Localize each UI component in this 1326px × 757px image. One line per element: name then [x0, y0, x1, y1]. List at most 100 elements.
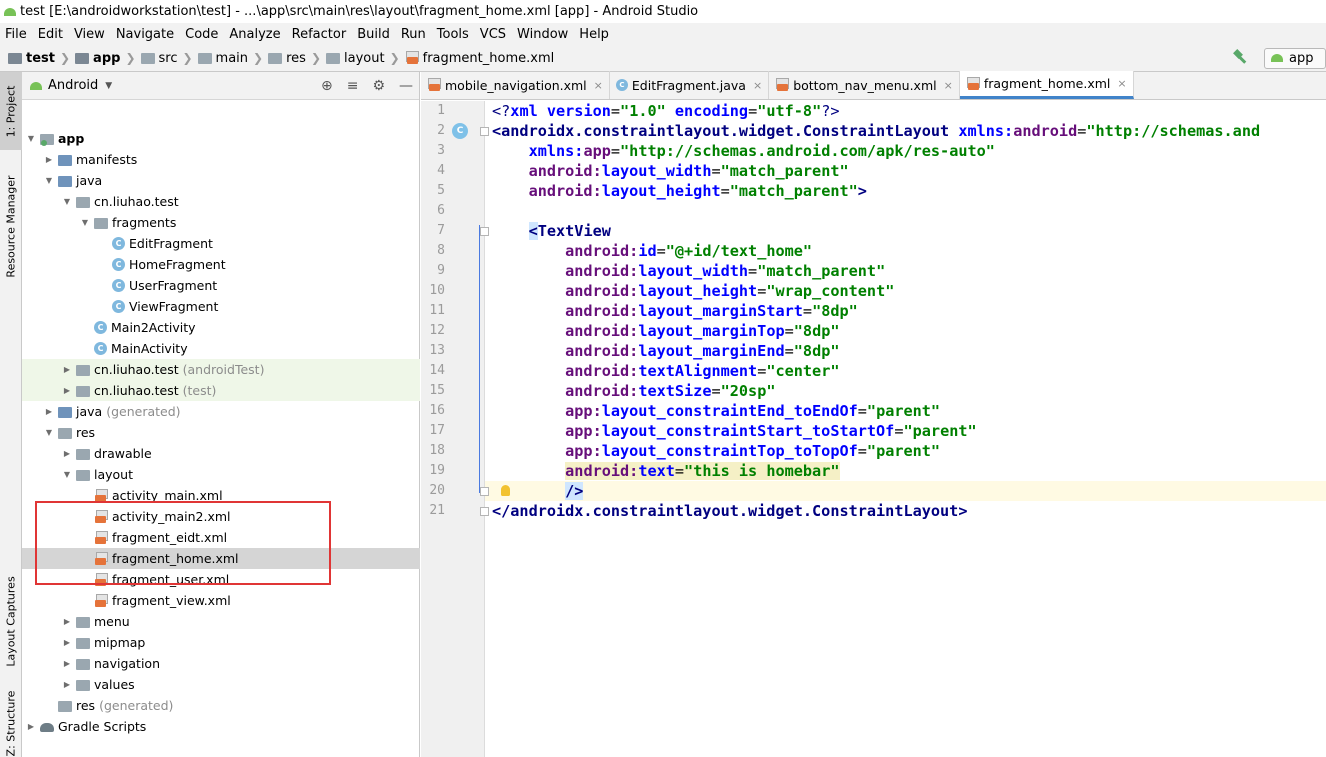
class-gutter-icon[interactable]: C: [452, 123, 468, 139]
collapsed-arrow-icon: ▶: [63, 449, 71, 458]
collapse-all-icon[interactable]: ≡: [347, 78, 359, 94]
tool-tab-project[interactable]: 1: Project: [0, 72, 22, 150]
menu-window[interactable]: Window: [517, 27, 568, 42]
tool-tab-layout-captures[interactable]: Layout Captures: [0, 566, 22, 676]
tree-item-fragment-eidt-xml[interactable]: fragment_eidt.xml: [22, 527, 420, 548]
menu-edit[interactable]: Edit: [38, 27, 63, 42]
tree-item-manifests[interactable]: ▶ manifests: [22, 149, 420, 170]
breadcrumb-res[interactable]: res ❯: [268, 51, 326, 66]
tree-item-userfragment[interactable]: C UserFragment: [22, 275, 420, 296]
close-icon[interactable]: ×: [594, 79, 603, 92]
tree-item-activity-main2-xml[interactable]: activity_main2.xml: [22, 506, 420, 527]
tree-item-activity-main-xml[interactable]: activity_main.xml: [22, 485, 420, 506]
fold-marker-icon[interactable]: [480, 127, 489, 136]
code-line: android:layout_width="match_parent": [492, 262, 886, 280]
tool-tab-resource-manager[interactable]: Resource Manager: [0, 164, 22, 289]
tree-item-java-generated[interactable]: ▶ java (generated): [22, 401, 420, 422]
tree-item-gradle-scripts[interactable]: ▶ Gradle Scripts: [22, 716, 420, 737]
menu-help[interactable]: Help: [579, 27, 609, 42]
menu-view[interactable]: View: [74, 27, 105, 42]
line-number: 18: [429, 443, 445, 458]
chevron-down-icon: ▼: [105, 80, 113, 91]
tree-item-fragment-view-xml[interactable]: fragment_view.xml: [22, 590, 420, 611]
tree-item-fragments[interactable]: ▼ fragments: [22, 212, 420, 233]
line-number: 20: [429, 483, 445, 498]
module-icon: [75, 52, 90, 64]
code-line: android:textAlignment="center": [492, 362, 840, 380]
fold-marker-icon[interactable]: [480, 227, 489, 236]
expanded-arrow-icon: ▼: [45, 428, 53, 437]
menu-run[interactable]: Run: [401, 27, 426, 42]
folder-icon: [326, 52, 340, 64]
minimize-icon[interactable]: —: [399, 78, 413, 94]
folder-icon: [76, 447, 90, 461]
title-bar: test [E:\androidworkstation\test] - ...\…: [0, 0, 1326, 23]
menu-build[interactable]: Build: [357, 27, 390, 42]
code-line: android:layout_marginStart="8dp": [492, 302, 858, 320]
tree-item-editfragment[interactable]: C EditFragment: [22, 233, 420, 254]
tree-item-res-generated[interactable]: res (generated): [22, 695, 420, 716]
breadcrumb-app[interactable]: app ❯: [75, 51, 140, 66]
code-line: app:layout_constraintEnd_toEndOf="parent…: [492, 402, 941, 420]
tree-item-drawable[interactable]: ▶ drawable: [22, 443, 420, 464]
breadcrumb-src[interactable]: src ❯: [140, 51, 198, 66]
collapsed-arrow-icon: ▶: [63, 659, 71, 668]
locate-target-icon[interactable]: ⊕: [321, 78, 333, 94]
code-line: android:id="@+id/text_home": [492, 242, 813, 260]
tree-item-mainactivity[interactable]: C MainActivity: [22, 338, 420, 359]
code-line: android:textSize="20sp": [492, 382, 776, 400]
tree-item-package[interactable]: ▼ cn.liuhao.test: [22, 191, 420, 212]
tree-item-menu[interactable]: ▶ menu: [22, 611, 420, 632]
tree-item-values[interactable]: ▶ values: [22, 674, 420, 695]
tab-mobile-navigation-xml[interactable]: mobile_navigation.xml ×: [421, 71, 610, 99]
code-line: android:text="this is homebar": [565, 462, 840, 480]
tree-item-res[interactable]: ▼ res: [22, 422, 420, 443]
tab-editfragment-java[interactable]: C EditFragment.java ×: [610, 71, 770, 99]
tab-bottom-nav-menu-xml[interactable]: bottom_nav_menu.xml ×: [769, 71, 960, 99]
code-area[interactable]: 1 2 3 4 5 6 7 8 9 10 11 12 13 14 15 16 1…: [421, 101, 1326, 757]
package-icon: [76, 195, 90, 209]
android-icon: [30, 81, 42, 90]
xml-file-icon: [94, 593, 108, 608]
run-configuration-select[interactable]: app: [1264, 47, 1326, 69]
tree-item-fragment-home-xml[interactable]: fragment_home.xml: [22, 548, 420, 569]
close-icon[interactable]: ×: [753, 79, 762, 92]
tree-item-viewfragment[interactable]: C ViewFragment: [22, 296, 420, 317]
fold-marker-icon[interactable]: [480, 487, 489, 496]
breadcrumb-layout[interactable]: layout ❯: [326, 51, 405, 66]
tree-item-fragment-user-xml[interactable]: fragment_user.xml: [22, 569, 420, 590]
menu-analyze[interactable]: Analyze: [229, 27, 280, 42]
window-title: test [E:\androidworkstation\test] - ...\…: [20, 4, 699, 19]
tree-item-navigation[interactable]: ▶ navigation: [22, 653, 420, 674]
class-icon: C: [615, 79, 628, 91]
package-icon: [76, 363, 90, 377]
line-number: 17: [429, 423, 445, 438]
package-icon: [76, 384, 90, 398]
menu-tools[interactable]: Tools: [437, 27, 469, 42]
tab-fragment-home-xml[interactable]: fragment_home.xml ×: [959, 71, 1134, 99]
tree-item-package-androidtest[interactable]: ▶ cn.liuhao.test (androidTest): [22, 359, 420, 380]
gear-icon[interactable]: ⚙: [372, 78, 385, 94]
menu-code[interactable]: Code: [185, 27, 218, 42]
fold-marker-icon[interactable]: [480, 507, 489, 516]
breadcrumb-test[interactable]: test ❯: [8, 51, 75, 66]
breadcrumb-main[interactable]: main ❯: [197, 51, 269, 66]
close-icon[interactable]: ×: [1117, 77, 1126, 90]
menu-refactor[interactable]: Refactor: [292, 27, 347, 42]
tree-item-mipmap[interactable]: ▶ mipmap: [22, 632, 420, 653]
project-view-selector[interactable]: Android ▼: [30, 78, 112, 93]
code-line: android:layout_marginTop="8dp": [492, 322, 840, 340]
tree-item-java[interactable]: ▼ java: [22, 170, 420, 191]
tree-item-main2activity[interactable]: C Main2Activity: [22, 317, 420, 338]
tree-item-app[interactable]: ▼ app: [22, 128, 420, 149]
tree-item-layout[interactable]: ▼ layout: [22, 464, 420, 485]
menu-file[interactable]: File: [5, 27, 27, 42]
build-hammer-icon[interactable]: [1232, 49, 1250, 67]
tree-item-homefragment[interactable]: C HomeFragment: [22, 254, 420, 275]
tool-tab-structure[interactable]: Z: Structure: [0, 690, 22, 756]
close-icon[interactable]: ×: [944, 79, 953, 92]
tree-item-package-test[interactable]: ▶ cn.liuhao.test (test): [22, 380, 420, 401]
menu-vcs[interactable]: VCS: [480, 27, 506, 42]
breadcrumb-fragment-home[interactable]: fragment_home.xml: [405, 51, 554, 66]
menu-navigate[interactable]: Navigate: [116, 27, 174, 42]
